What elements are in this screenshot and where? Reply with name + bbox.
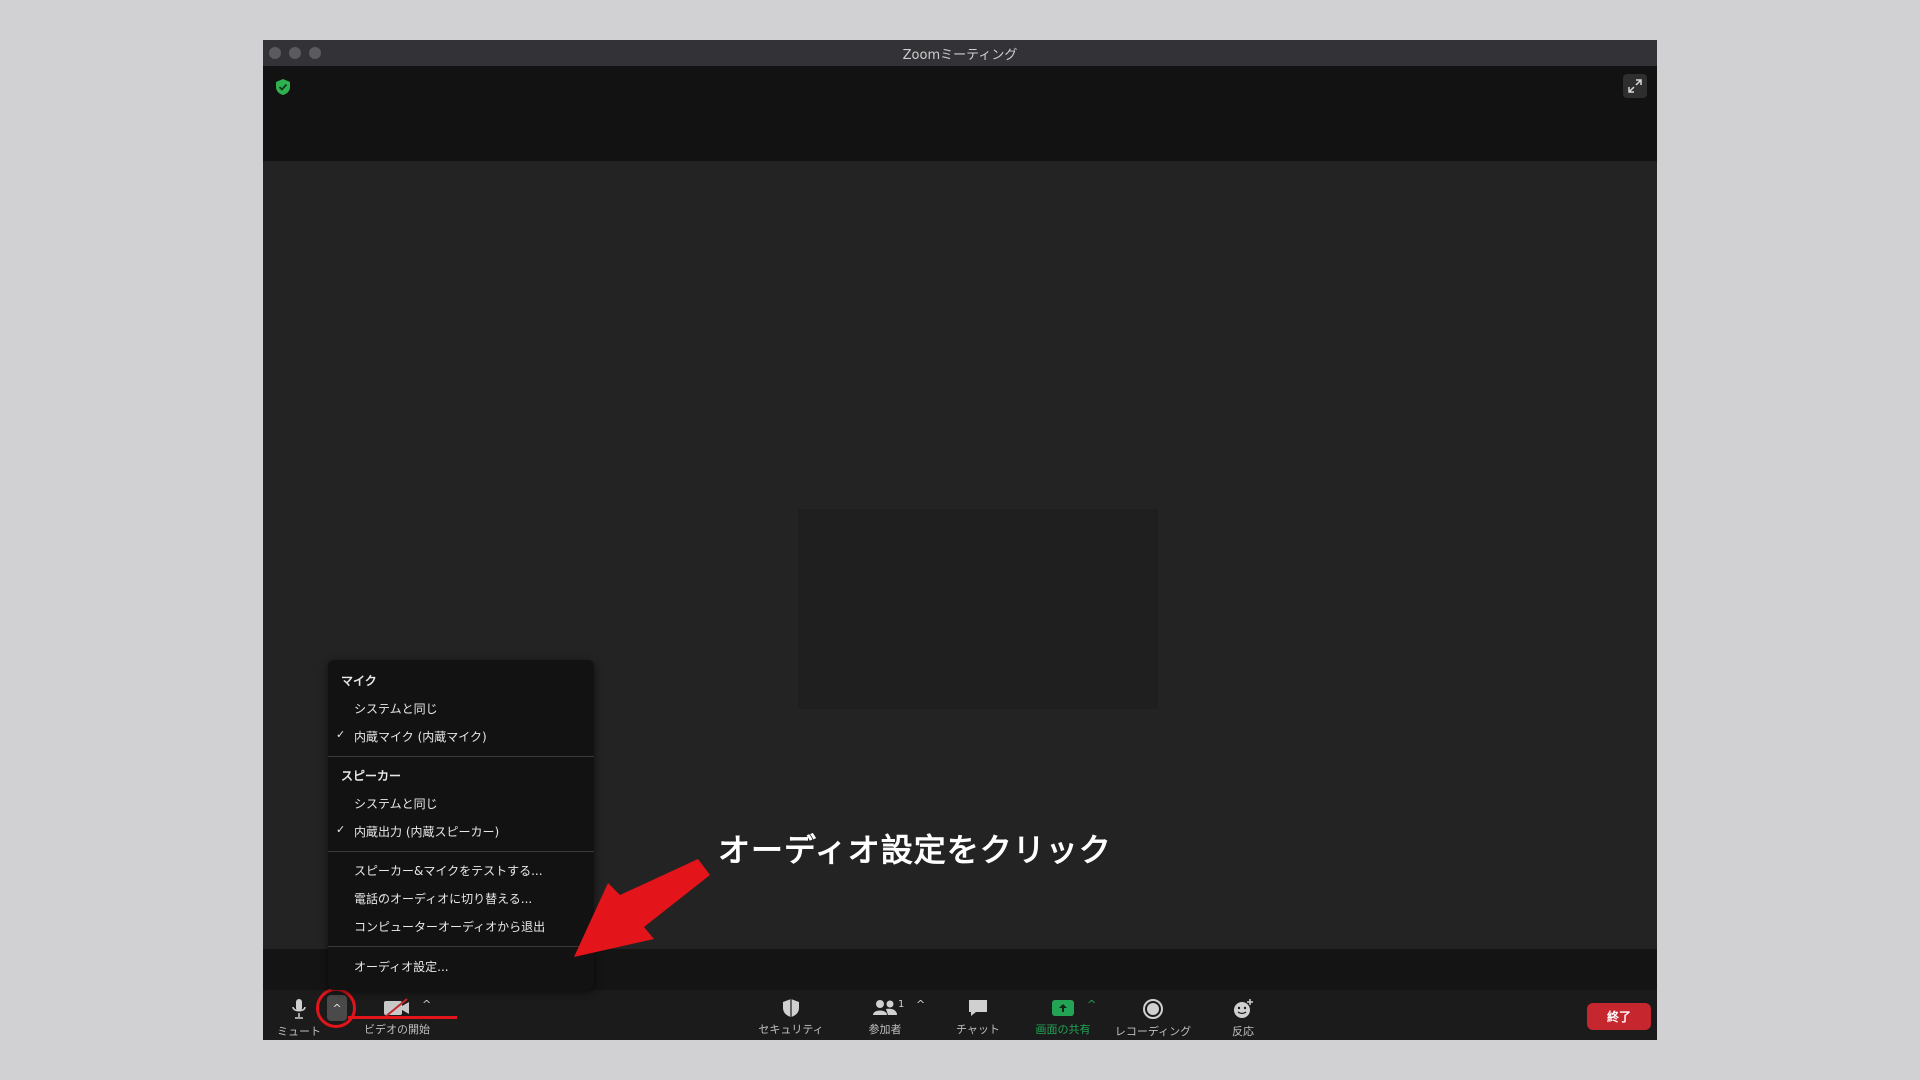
chat-bubble-icon	[969, 1000, 987, 1016]
highlight-underline	[348, 1016, 457, 1019]
window-title: Zoomミーティング	[902, 47, 1018, 63]
participants-icon	[873, 1000, 897, 1015]
end-meeting-button[interactable]: 終了	[1587, 1003, 1651, 1030]
expand-icon	[1628, 79, 1642, 93]
mute-label: ミュート	[277, 1025, 321, 1038]
share-screen-icon	[1052, 1000, 1074, 1016]
window-controls	[269, 47, 321, 59]
meeting-toolbar: ミュート ビデオの開始 ^ セキュリティ 参加者 1 ^ チャット 画面の共有 …	[263, 990, 1657, 1040]
start-video-label: ビデオの開始	[364, 1023, 430, 1036]
menu-divider	[328, 756, 594, 757]
zoom-window: Zoomミーティング ミュート ビデオの開始 ^ セキュリティ 参加者 1 ^ …	[263, 40, 1657, 1040]
highlight-circle	[316, 988, 356, 1028]
check-icon: ✓	[336, 823, 346, 836]
chat-label: チャット	[956, 1023, 1000, 1036]
mic-option-builtin[interactable]: 内蔵マイク (内蔵マイク)	[354, 728, 487, 745]
participants-button[interactable]: 参加者	[855, 990, 915, 1040]
video-options-caret[interactable]: ^	[422, 998, 431, 1011]
meeting-info-bar	[263, 66, 1657, 161]
encryption-shield-icon[interactable]	[275, 78, 291, 96]
minimize-window-button[interactable]	[289, 47, 301, 59]
audio-options-menu: マイク システムと同じ ✓ 内蔵マイク (内蔵マイク) スピーカー システムと同…	[328, 660, 594, 990]
record-label: レコーディング	[1114, 1025, 1192, 1038]
participants-count: 1	[898, 999, 905, 1010]
record-button[interactable]: レコーディング	[1108, 990, 1198, 1040]
security-button[interactable]: セキュリティ	[751, 990, 831, 1040]
speaker-option-builtin[interactable]: 内蔵出力 (内蔵スピーカー)	[354, 823, 499, 840]
title-bar: Zoomミーティング	[263, 40, 1657, 66]
share-screen-label: 画面の共有	[1035, 1023, 1091, 1036]
menu-divider	[328, 851, 594, 852]
video-off-icon	[384, 998, 409, 1018]
menu-divider	[328, 946, 594, 947]
audio-settings-item[interactable]: オーディオ設定...	[354, 958, 449, 975]
check-icon: ✓	[336, 728, 346, 741]
annotation-text: オーディオ設定をクリック	[718, 831, 1112, 869]
leave-computer-audio-item[interactable]: コンピューターオーディオから退出	[354, 918, 545, 935]
speaker-section-header: スピーカー	[341, 769, 402, 783]
zoom-window-button[interactable]	[309, 47, 321, 59]
switch-to-phone-audio-item[interactable]: 電話のオーディオに切り替える...	[354, 890, 532, 907]
security-label: セキュリティ	[758, 1023, 824, 1036]
fullscreen-button[interactable]	[1623, 74, 1647, 98]
video-tile	[798, 509, 1158, 709]
record-icon	[1143, 999, 1163, 1019]
mute-button[interactable]: ミュート	[277, 990, 321, 1040]
reaction-smiley-icon	[1234, 999, 1253, 1018]
participants-options-caret[interactable]: ^	[916, 998, 925, 1011]
chat-button[interactable]: チャット	[948, 990, 1008, 1040]
participants-label: 参加者	[868, 1023, 902, 1036]
reactions-label: 反応	[1232, 1025, 1254, 1038]
speaker-option-system[interactable]: システムと同じ	[354, 795, 438, 812]
close-window-button[interactable]	[269, 47, 281, 59]
annotation-arrow-icon	[574, 859, 710, 957]
reactions-button[interactable]: 反応	[1223, 990, 1263, 1040]
test-speaker-mic-item[interactable]: スピーカー&マイクをテストする...	[354, 862, 543, 879]
security-shield-icon	[783, 999, 799, 1017]
microphone-icon	[292, 999, 306, 1019]
mic-option-system[interactable]: システムと同じ	[354, 700, 438, 717]
mic-section-header: マイク	[341, 674, 377, 688]
share-options-caret[interactable]: ^	[1087, 998, 1096, 1011]
